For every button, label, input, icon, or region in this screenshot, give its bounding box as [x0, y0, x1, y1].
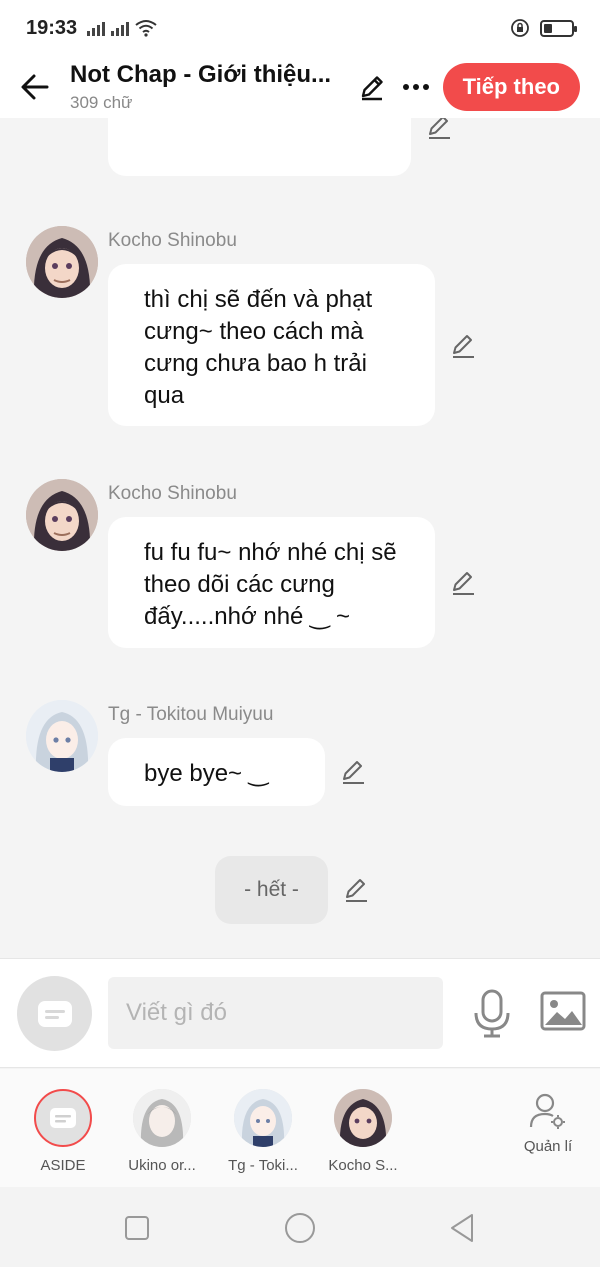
more-dots-icon [403, 84, 429, 90]
chat-bubble-icon [37, 1000, 72, 1027]
arrow-left-icon [21, 74, 49, 100]
character-label: Ukino or... [128, 1157, 196, 1174]
rotation-lock-icon [511, 19, 529, 37]
manage-characters-button[interactable]: Quản lí [503, 1091, 593, 1155]
message-bubble[interactable]: thì chị sẽ đến và phạt cưng~ theo cách m… [108, 264, 435, 426]
end-marker[interactable]: - hết - [215, 856, 328, 924]
title-block: Not Chap - Giới thiệu... 309 chữ [70, 61, 350, 113]
chat-bubble-icon [50, 1108, 76, 1128]
input-bar [0, 958, 600, 1068]
avatar-kocho-shinobu[interactable] [26, 226, 98, 298]
avatar-tokitou-muiyuu[interactable] [26, 700, 98, 772]
pencil-icon [361, 76, 383, 101]
word-count: 309 chữ [70, 93, 133, 112]
character-tokitou[interactable]: Tg - Toki... [218, 1089, 308, 1174]
message-bubble[interactable]: bye bye~ ‿ [108, 738, 325, 806]
user-settings-icon [529, 1093, 565, 1129]
recent-apps-icon[interactable] [120, 1211, 154, 1245]
status-time: 19:33 [26, 16, 78, 39]
next-button[interactable]: Tiếp theo [442, 63, 580, 111]
aside-avatar [34, 1089, 92, 1147]
edit-message-icon[interactable] [425, 118, 455, 142]
message-bubble-partial[interactable] [108, 118, 411, 176]
edit-message-icon[interactable] [449, 568, 479, 598]
character-label: Kocho S... [328, 1157, 398, 1174]
wifi-icon [135, 20, 157, 37]
page-title: Not Chap - Giới thiệu... [70, 61, 332, 88]
chat-area[interactable]: Kocho Shinobu thì chị sẽ đến và phạt cưn… [0, 118, 600, 958]
home-icon[interactable] [283, 1211, 317, 1245]
back-button[interactable] [0, 56, 70, 118]
character-bar: ASIDE Ukino or... Tg - Toki... Kocho S..… [0, 1069, 600, 1187]
edit-title-button[interactable] [350, 65, 394, 109]
edit-message-icon[interactable] [342, 875, 372, 905]
app-header: Not Chap - Giới thiệu... 309 chữ Tiếp th… [0, 56, 600, 118]
status-bar: 19:33 [0, 0, 600, 56]
more-options-button[interactable] [394, 65, 438, 109]
sender-name: Kocho Shinobu [108, 230, 237, 251]
signal-icon [87, 20, 106, 36]
character-aside[interactable]: ASIDE [18, 1089, 108, 1174]
system-nav-bar [0, 1187, 600, 1267]
microphone-icon[interactable] [472, 989, 512, 1039]
sender-name: Tg - Tokitou Muiyuu [108, 704, 274, 725]
character-label: Tg - Toki... [228, 1157, 298, 1174]
signal-icon-2 [111, 20, 130, 36]
aside-toggle-button[interactable] [17, 976, 92, 1051]
character-label: ASIDE [40, 1157, 86, 1174]
edit-message-icon[interactable] [339, 757, 369, 787]
character-avatar [334, 1089, 392, 1147]
edit-message-icon[interactable] [449, 331, 479, 361]
image-icon[interactable] [540, 991, 586, 1031]
battery-icon [540, 19, 577, 37]
avatar-kocho-shinobu[interactable] [26, 479, 98, 551]
manage-label: Quản lí [523, 1138, 573, 1155]
character-avatar [234, 1089, 292, 1147]
back-nav-icon[interactable] [446, 1211, 480, 1245]
message-input[interactable] [108, 977, 443, 1049]
sender-name: Kocho Shinobu [108, 483, 237, 504]
character-kocho[interactable]: Kocho S... [318, 1089, 408, 1174]
character-ukino[interactable]: Ukino or... [117, 1089, 207, 1174]
message-bubble[interactable]: fu fu fu~ nhớ nhé chị sẽ theo dõi các cư… [108, 517, 435, 648]
character-avatar [133, 1089, 191, 1147]
